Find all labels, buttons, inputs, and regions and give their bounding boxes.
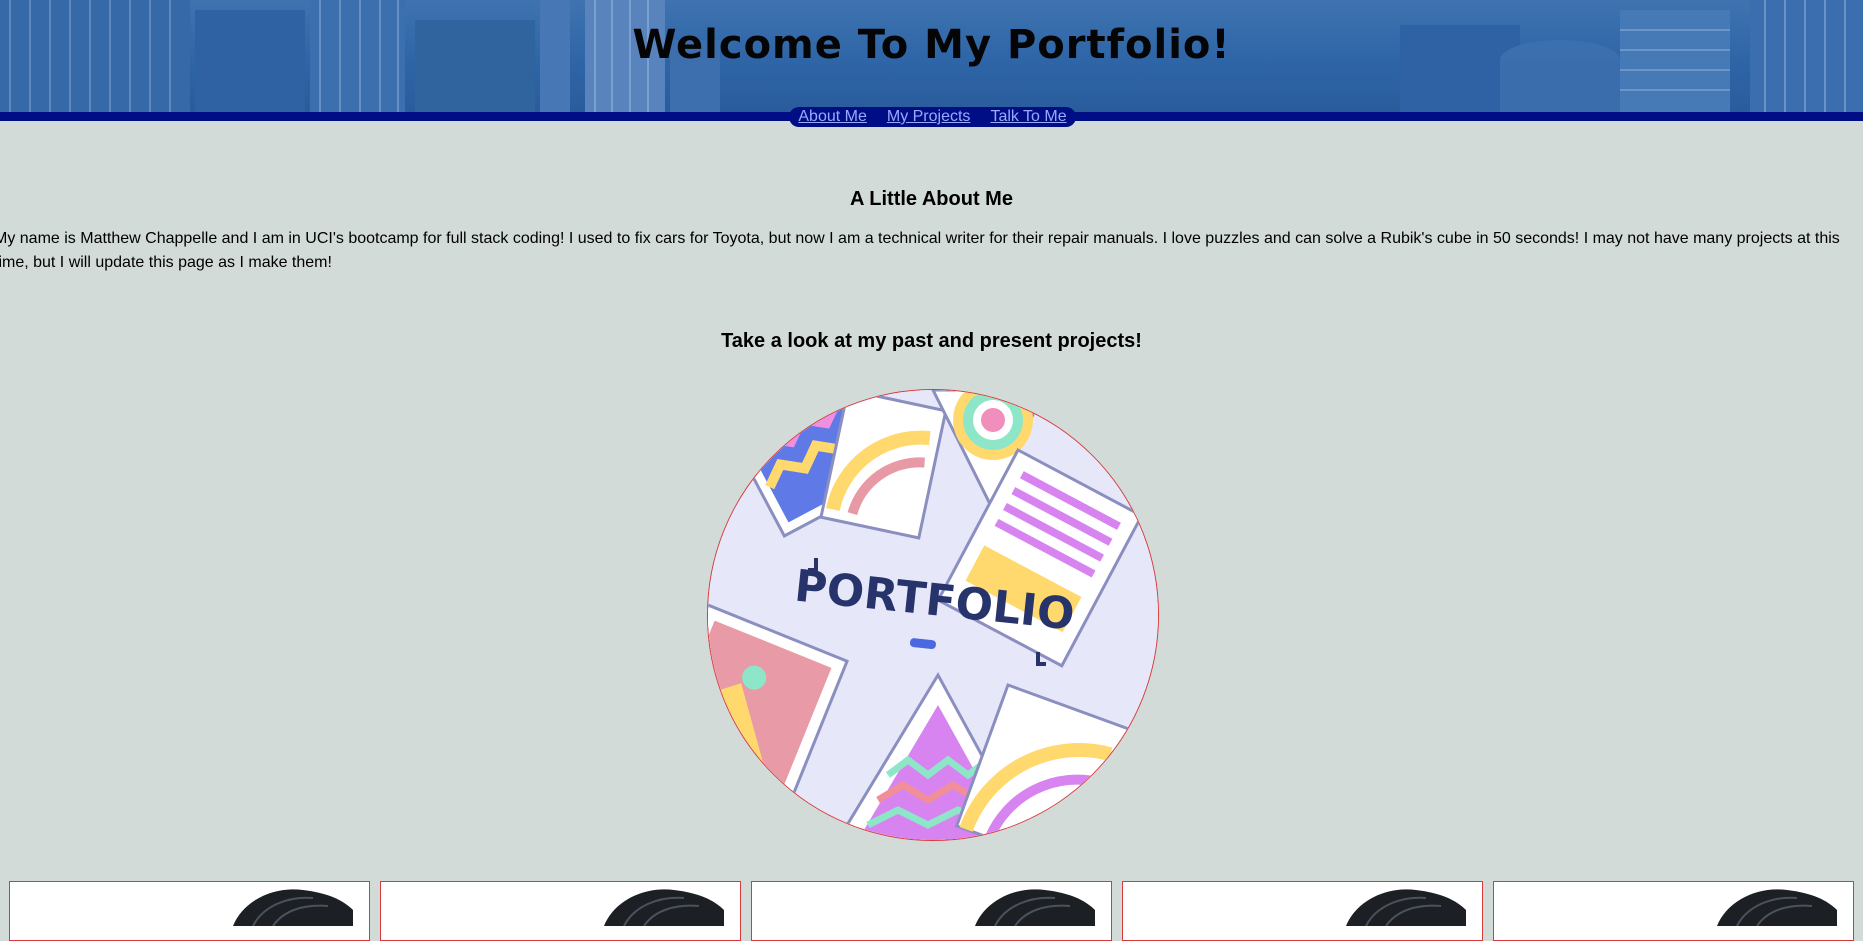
main-nav: About Me My Projects Talk To Me bbox=[789, 107, 1076, 127]
hair-icon bbox=[1717, 889, 1837, 926]
project-card[interactable] bbox=[751, 881, 1112, 941]
hair-icon bbox=[1346, 889, 1466, 926]
portfolio-image: PORTFOLIO bbox=[707, 389, 1159, 841]
about-heading: A Little About Me bbox=[850, 188, 1013, 210]
project-cards bbox=[9, 881, 1859, 941]
hair-icon bbox=[975, 889, 1095, 926]
nav-link-about-me[interactable]: About Me bbox=[798, 108, 866, 126]
project-card[interactable] bbox=[380, 881, 741, 941]
hair-icon bbox=[233, 889, 353, 926]
nav-link-my-projects[interactable]: My Projects bbox=[887, 108, 971, 126]
project-card[interactable] bbox=[1122, 881, 1483, 941]
page-title: Welcome To My Portfolio! bbox=[632, 22, 1231, 68]
projects-heading: Take a look at my past and present proje… bbox=[721, 330, 1142, 352]
project-card[interactable] bbox=[9, 881, 370, 941]
page-header: Welcome To My Portfolio! bbox=[0, 0, 1863, 112]
about-paragraph: My name is Matthew Chappelle and I am in… bbox=[0, 230, 1840, 271]
nav-link-talk-to-me[interactable]: Talk To Me bbox=[990, 108, 1066, 126]
project-card[interactable] bbox=[1493, 881, 1854, 941]
hair-icon bbox=[604, 889, 724, 926]
